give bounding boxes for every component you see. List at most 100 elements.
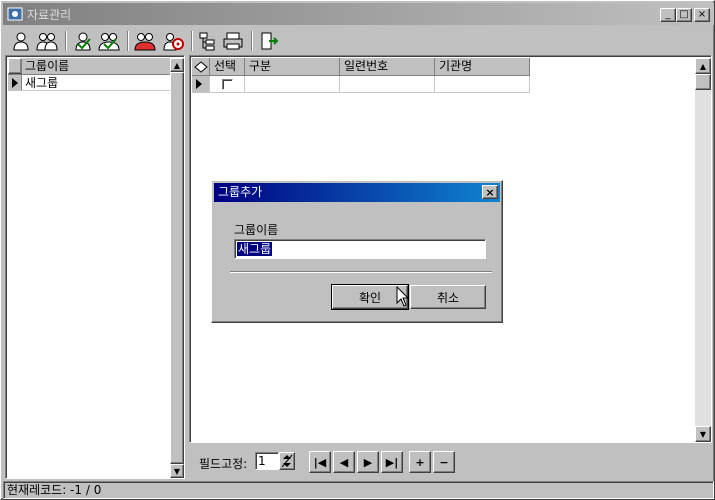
toolbar-separator (251, 31, 253, 51)
prev-record-button[interactable]: ◀ (333, 451, 355, 473)
app-icon (7, 7, 23, 21)
scroll-down-icon: ▼ (173, 466, 181, 476)
column-header-serial[interactable]: 일련번호 (340, 58, 435, 76)
record-grid-header: 선택 구분 일련번호 기관명 (192, 58, 530, 76)
column-header-group-name[interactable]: 그룹이름 (22, 58, 69, 74)
table-row[interactable] (192, 76, 530, 93)
minus-icon: − (439, 455, 449, 469)
scroll-up-button[interactable]: ▲ (695, 58, 711, 74)
select-checkbox[interactable] (222, 79, 233, 90)
record-grid-scrollbar[interactable]: ▲ ▼ (695, 58, 711, 442)
cancel-label: 취소 (436, 290, 460, 305)
person-target-icon (163, 33, 184, 51)
plus-icon: + (415, 455, 425, 469)
grid-corner[interactable] (192, 58, 210, 76)
close-button[interactable]: × (694, 8, 710, 22)
exit-button[interactable] (257, 29, 281, 53)
scroll-up-icon: ▲ (173, 60, 181, 70)
person-target-button[interactable] (161, 29, 185, 53)
add-group-dialog: 그룹추가 × 그룹이름 새그룹 확인 취소 (211, 180, 503, 323)
dialog-title: 그룹추가 (218, 185, 263, 199)
prev-record-icon: ◀ (339, 455, 349, 469)
status-text: 현재레코드: -1 / 0 (7, 483, 102, 497)
people-icon (36, 33, 58, 51)
select-cell[interactable] (210, 76, 245, 93)
toolbar (3, 27, 714, 55)
person-check-icon (75, 32, 91, 51)
window-title: 자료관리 (27, 8, 72, 22)
exit-icon (261, 32, 279, 50)
column-header-type[interactable]: 구분 (245, 58, 340, 76)
dialog-divider (230, 271, 492, 273)
row-indicator-header (8, 58, 22, 74)
fixed-field-label: 필드고정: (199, 457, 248, 471)
table-row[interactable]: 새그룹 (8, 75, 170, 91)
current-row-arrow-icon (196, 79, 202, 89)
org-cell[interactable] (435, 76, 530, 93)
scroll-thumb[interactable] (170, 72, 184, 464)
scroll-up-icon: ▲ (699, 61, 707, 71)
ok-button[interactable]: 확인 (331, 284, 409, 310)
person-check-button[interactable] (71, 29, 95, 53)
column-header-org[interactable]: 기관명 (435, 58, 530, 76)
scroll-thumb[interactable] (695, 74, 711, 90)
dialog-close-button[interactable]: × (482, 185, 498, 199)
select-all-icon (193, 60, 208, 73)
spinner-arrows-icon (281, 454, 293, 468)
people-button[interactable] (35, 29, 59, 53)
maximize-button[interactable]: □ (676, 8, 692, 22)
serial-cell[interactable] (340, 76, 435, 93)
last-record-icon: ▶| (385, 455, 399, 469)
type-cell[interactable] (245, 76, 340, 93)
last-record-button[interactable]: ▶| (381, 451, 403, 473)
person-icon (13, 32, 29, 51)
status-bar: 현재레코드: -1 / 0 (3, 481, 714, 499)
main-window: 자료관리 _ □ × 그룹이름 새그룹 ▲ ▼ 선택 구분 일련번호 기관명 ▲… (0, 0, 715, 500)
delete-record-button[interactable]: − (433, 451, 455, 473)
scroll-up-button[interactable]: ▲ (170, 58, 184, 72)
close-icon: × (697, 9, 707, 20)
fixed-field-input[interactable]: 1 (255, 452, 279, 470)
maximize-icon: □ (679, 9, 689, 20)
group-list-scrollbar[interactable]: ▲ ▼ (170, 58, 184, 478)
current-row-indicator (8, 75, 22, 90)
fixed-field-spinner[interactable] (279, 452, 295, 470)
scroll-down-button[interactable]: ▼ (170, 464, 184, 478)
current-row-indicator (192, 76, 210, 93)
scroll-down-button[interactable]: ▼ (695, 426, 711, 442)
people-check-icon (98, 33, 120, 51)
group-list-panel: 그룹이름 새그룹 ▲ ▼ (5, 55, 185, 479)
group-name-input[interactable]: 새그룹 (234, 239, 486, 259)
people-red-button[interactable] (133, 29, 157, 53)
first-record-icon: |◀ (313, 455, 327, 469)
group-name-label: 그룹이름 (234, 223, 279, 237)
title-bar[interactable]: 자료관리 _ □ × (3, 3, 714, 25)
cancel-button[interactable]: 취소 (410, 285, 486, 309)
print-icon (223, 32, 243, 50)
add-record-button[interactable]: + (409, 451, 431, 473)
close-icon: × (485, 185, 495, 199)
ok-label: 확인 (358, 290, 382, 305)
navigation-bar: 필드고정: 1 |◀ ◀ ▶ ▶| + − (189, 445, 712, 479)
first-record-button[interactable]: |◀ (309, 451, 331, 473)
toolbar-separator (191, 31, 193, 51)
next-record-icon: ▶ (363, 455, 373, 469)
column-header-select[interactable]: 선택 (210, 58, 245, 76)
group-name-selected-text: 새그룹 (237, 242, 273, 256)
next-record-button[interactable]: ▶ (357, 451, 379, 473)
people-red-icon (134, 33, 156, 51)
tree-icon (199, 32, 215, 51)
dialog-title-bar[interactable]: 그룹추가 × (214, 183, 500, 202)
print-button[interactable] (221, 29, 245, 53)
toolbar-separator (127, 31, 129, 51)
person-button[interactable] (9, 29, 33, 53)
current-row-arrow-icon (12, 78, 18, 88)
tree-button[interactable] (195, 29, 219, 53)
minimize-button[interactable]: _ (660, 8, 676, 22)
scroll-down-icon: ▼ (699, 429, 707, 439)
people-check-button[interactable] (97, 29, 121, 53)
group-list-header: 그룹이름 (8, 58, 170, 75)
minimize-icon: _ (665, 9, 671, 20)
group-name-cell[interactable]: 새그룹 (22, 75, 58, 90)
toolbar-separator (65, 31, 67, 51)
